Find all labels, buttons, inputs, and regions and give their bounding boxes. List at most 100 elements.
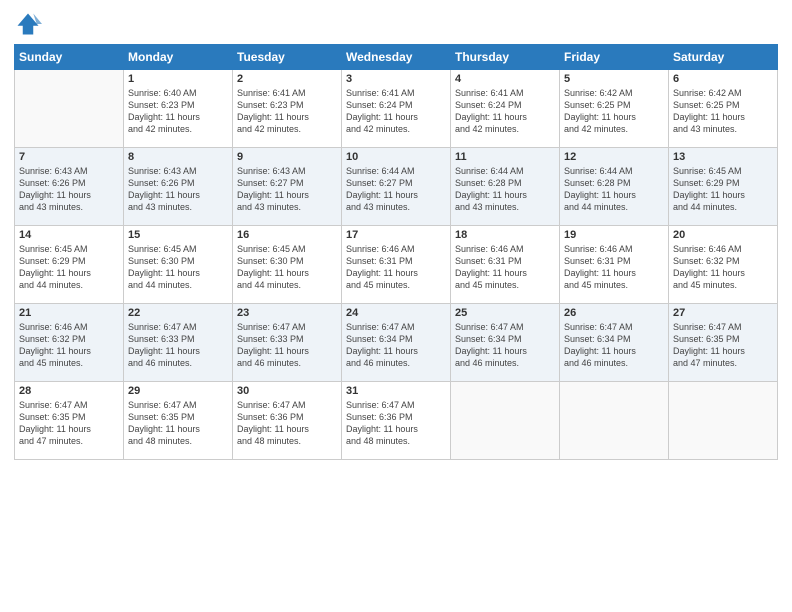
calendar-cell: 14 Sunrise: 6:45 AM Sunset: 6:29 PM Dayli… [15,226,124,304]
day-info: Sunrise: 6:47 AM Sunset: 6:36 PM Dayligh… [346,399,446,448]
calendar-cell: 3 Sunrise: 6:41 AM Sunset: 6:24 PM Daylig… [342,70,451,148]
calendar-cell: 25 Sunrise: 6:47 AM Sunset: 6:34 PM Dayli… [451,304,560,382]
calendar-cell: 12 Sunrise: 6:44 AM Sunset: 6:28 PM Dayli… [560,148,669,226]
day-info: Sunrise: 6:40 AM Sunset: 6:23 PM Dayligh… [128,87,228,136]
weekday-header-tuesday: Tuesday [233,45,342,70]
day-info: Sunrise: 6:42 AM Sunset: 6:25 PM Dayligh… [673,87,773,136]
calendar-cell: 11 Sunrise: 6:44 AM Sunset: 6:28 PM Dayli… [451,148,560,226]
day-number: 2 [237,73,337,85]
calendar-cell [669,382,778,460]
weekday-header-friday: Friday [560,45,669,70]
calendar-cell: 29Sunrise: 6:47 AM Sunset: 6:35 PM Dayli… [124,382,233,460]
calendar-cell [15,70,124,148]
weekday-header-wednesday: Wednesday [342,45,451,70]
weekday-header-row: SundayMondayTuesdayWednesdayThursdayFrid… [15,45,778,70]
day-info: Sunrise: 6:47 AM Sunset: 6:34 PM Dayligh… [346,321,446,370]
day-info: Sunrise: 6:47 AM Sunset: 6:35 PM Dayligh… [673,321,773,370]
weekday-header-thursday: Thursday [451,45,560,70]
day-number: 22 [128,307,228,319]
page-header [14,10,778,38]
calendar-cell: 31 Sunrise: 6:47 AM Sunset: 6:36 PM Dayli… [342,382,451,460]
logo-icon [14,10,42,38]
calendar-cell: 18 Sunrise: 6:46 AM Sunset: 6:31 PM Dayli… [451,226,560,304]
day-number: 31 [346,385,446,397]
day-number: 4 [455,73,555,85]
day-info: Sunrise: 6:43 AM Sunset: 6:27 PM Dayligh… [237,165,337,214]
day-number: 27 [673,307,773,319]
calendar-cell: 15Sunrise: 6:45 AM Sunset: 6:30 PM Dayli… [124,226,233,304]
day-info: Sunrise: 6:46 AM Sunset: 6:31 PM Dayligh… [346,243,446,292]
page-container: SundayMondayTuesdayWednesdayThursdayFrid… [0,0,792,612]
day-info: Sunrise: 6:47 AM Sunset: 6:34 PM Dayligh… [564,321,664,370]
calendar-week-4: 21 Sunrise: 6:46 AM Sunset: 6:32 PM Dayli… [15,304,778,382]
day-info: Sunrise: 6:46 AM Sunset: 6:32 PM Dayligh… [673,243,773,292]
day-number: 29 [128,385,228,397]
calendar-cell: 5 Sunrise: 6:42 AM Sunset: 6:25 PM Daylig… [560,70,669,148]
day-info: Sunrise: 6:41 AM Sunset: 6:24 PM Dayligh… [346,87,446,136]
day-info: Sunrise: 6:44 AM Sunset: 6:28 PM Dayligh… [564,165,664,214]
calendar-cell: 2 Sunrise: 6:41 AM Sunset: 6:23 PM Daylig… [233,70,342,148]
calendar-cell: 6 Sunrise: 6:42 AM Sunset: 6:25 PM Daylig… [669,70,778,148]
calendar-cell: 4 Sunrise: 6:41 AM Sunset: 6:24 PM Daylig… [451,70,560,148]
day-number: 10 [346,151,446,163]
day-number: 13 [673,151,773,163]
day-number: 23 [237,307,337,319]
day-info: Sunrise: 6:47 AM Sunset: 6:35 PM Dayligh… [19,399,119,448]
day-info: Sunrise: 6:44 AM Sunset: 6:27 PM Dayligh… [346,165,446,214]
day-info: Sunrise: 6:44 AM Sunset: 6:28 PM Dayligh… [455,165,555,214]
calendar-cell: 9Sunrise: 6:43 AM Sunset: 6:27 PM Daylig… [233,148,342,226]
calendar-week-5: 28Sunrise: 6:47 AM Sunset: 6:35 PM Dayli… [15,382,778,460]
calendar-week-1: 1 Sunrise: 6:40 AM Sunset: 6:23 PM Daylig… [15,70,778,148]
calendar-table: SundayMondayTuesdayWednesdayThursdayFrid… [14,44,778,460]
calendar-cell: 8Sunrise: 6:43 AM Sunset: 6:26 PM Daylig… [124,148,233,226]
day-number: 21 [19,307,119,319]
day-info: Sunrise: 6:41 AM Sunset: 6:24 PM Dayligh… [455,87,555,136]
day-info: Sunrise: 6:41 AM Sunset: 6:23 PM Dayligh… [237,87,337,136]
calendar-week-2: 7 Sunrise: 6:43 AM Sunset: 6:26 PM Daylig… [15,148,778,226]
calendar-cell: 21 Sunrise: 6:46 AM Sunset: 6:32 PM Dayli… [15,304,124,382]
calendar-cell: 10 Sunrise: 6:44 AM Sunset: 6:27 PM Dayli… [342,148,451,226]
calendar-week-3: 14 Sunrise: 6:45 AM Sunset: 6:29 PM Dayli… [15,226,778,304]
day-number: 12 [564,151,664,163]
day-info: Sunrise: 6:46 AM Sunset: 6:31 PM Dayligh… [564,243,664,292]
calendar-cell: 19Sunrise: 6:46 AM Sunset: 6:31 PM Dayli… [560,226,669,304]
calendar-cell: 17Sunrise: 6:46 AM Sunset: 6:31 PM Dayli… [342,226,451,304]
calendar-cell: 24 Sunrise: 6:47 AM Sunset: 6:34 PM Dayli… [342,304,451,382]
weekday-header-sunday: Sunday [15,45,124,70]
day-number: 14 [19,229,119,241]
calendar-cell: 1 Sunrise: 6:40 AM Sunset: 6:23 PM Daylig… [124,70,233,148]
day-number: 11 [455,151,555,163]
weekday-header-saturday: Saturday [669,45,778,70]
day-info: Sunrise: 6:45 AM Sunset: 6:29 PM Dayligh… [19,243,119,292]
day-info: Sunrise: 6:43 AM Sunset: 6:26 PM Dayligh… [19,165,119,214]
calendar-cell: 20 Sunrise: 6:46 AM Sunset: 6:32 PM Dayli… [669,226,778,304]
day-info: Sunrise: 6:45 AM Sunset: 6:29 PM Dayligh… [673,165,773,214]
day-number: 24 [346,307,446,319]
calendar-cell: 26 Sunrise: 6:47 AM Sunset: 6:34 PM Dayli… [560,304,669,382]
day-number: 26 [564,307,664,319]
day-info: Sunrise: 6:47 AM Sunset: 6:36 PM Dayligh… [237,399,337,448]
day-number: 7 [19,151,119,163]
day-info: Sunrise: 6:46 AM Sunset: 6:32 PM Dayligh… [19,321,119,370]
day-number: 5 [564,73,664,85]
day-number: 16 [237,229,337,241]
day-info: Sunrise: 6:42 AM Sunset: 6:25 PM Dayligh… [564,87,664,136]
calendar-cell [451,382,560,460]
day-number: 25 [455,307,555,319]
calendar-cell: 13 Sunrise: 6:45 AM Sunset: 6:29 PM Dayli… [669,148,778,226]
day-info: Sunrise: 6:45 AM Sunset: 6:30 PM Dayligh… [237,243,337,292]
calendar-cell: 23Sunrise: 6:47 AM Sunset: 6:33 PM Dayli… [233,304,342,382]
calendar-cell: 30 Sunrise: 6:47 AM Sunset: 6:36 PM Dayli… [233,382,342,460]
day-number: 6 [673,73,773,85]
calendar-cell: 16 Sunrise: 6:45 AM Sunset: 6:30 PM Dayli… [233,226,342,304]
logo[interactable] [14,10,46,38]
calendar-cell [560,382,669,460]
day-info: Sunrise: 6:47 AM Sunset: 6:34 PM Dayligh… [455,321,555,370]
day-number: 18 [455,229,555,241]
day-number: 1 [128,73,228,85]
day-number: 30 [237,385,337,397]
day-info: Sunrise: 6:47 AM Sunset: 6:33 PM Dayligh… [128,321,228,370]
day-number: 20 [673,229,773,241]
day-number: 3 [346,73,446,85]
day-info: Sunrise: 6:46 AM Sunset: 6:31 PM Dayligh… [455,243,555,292]
